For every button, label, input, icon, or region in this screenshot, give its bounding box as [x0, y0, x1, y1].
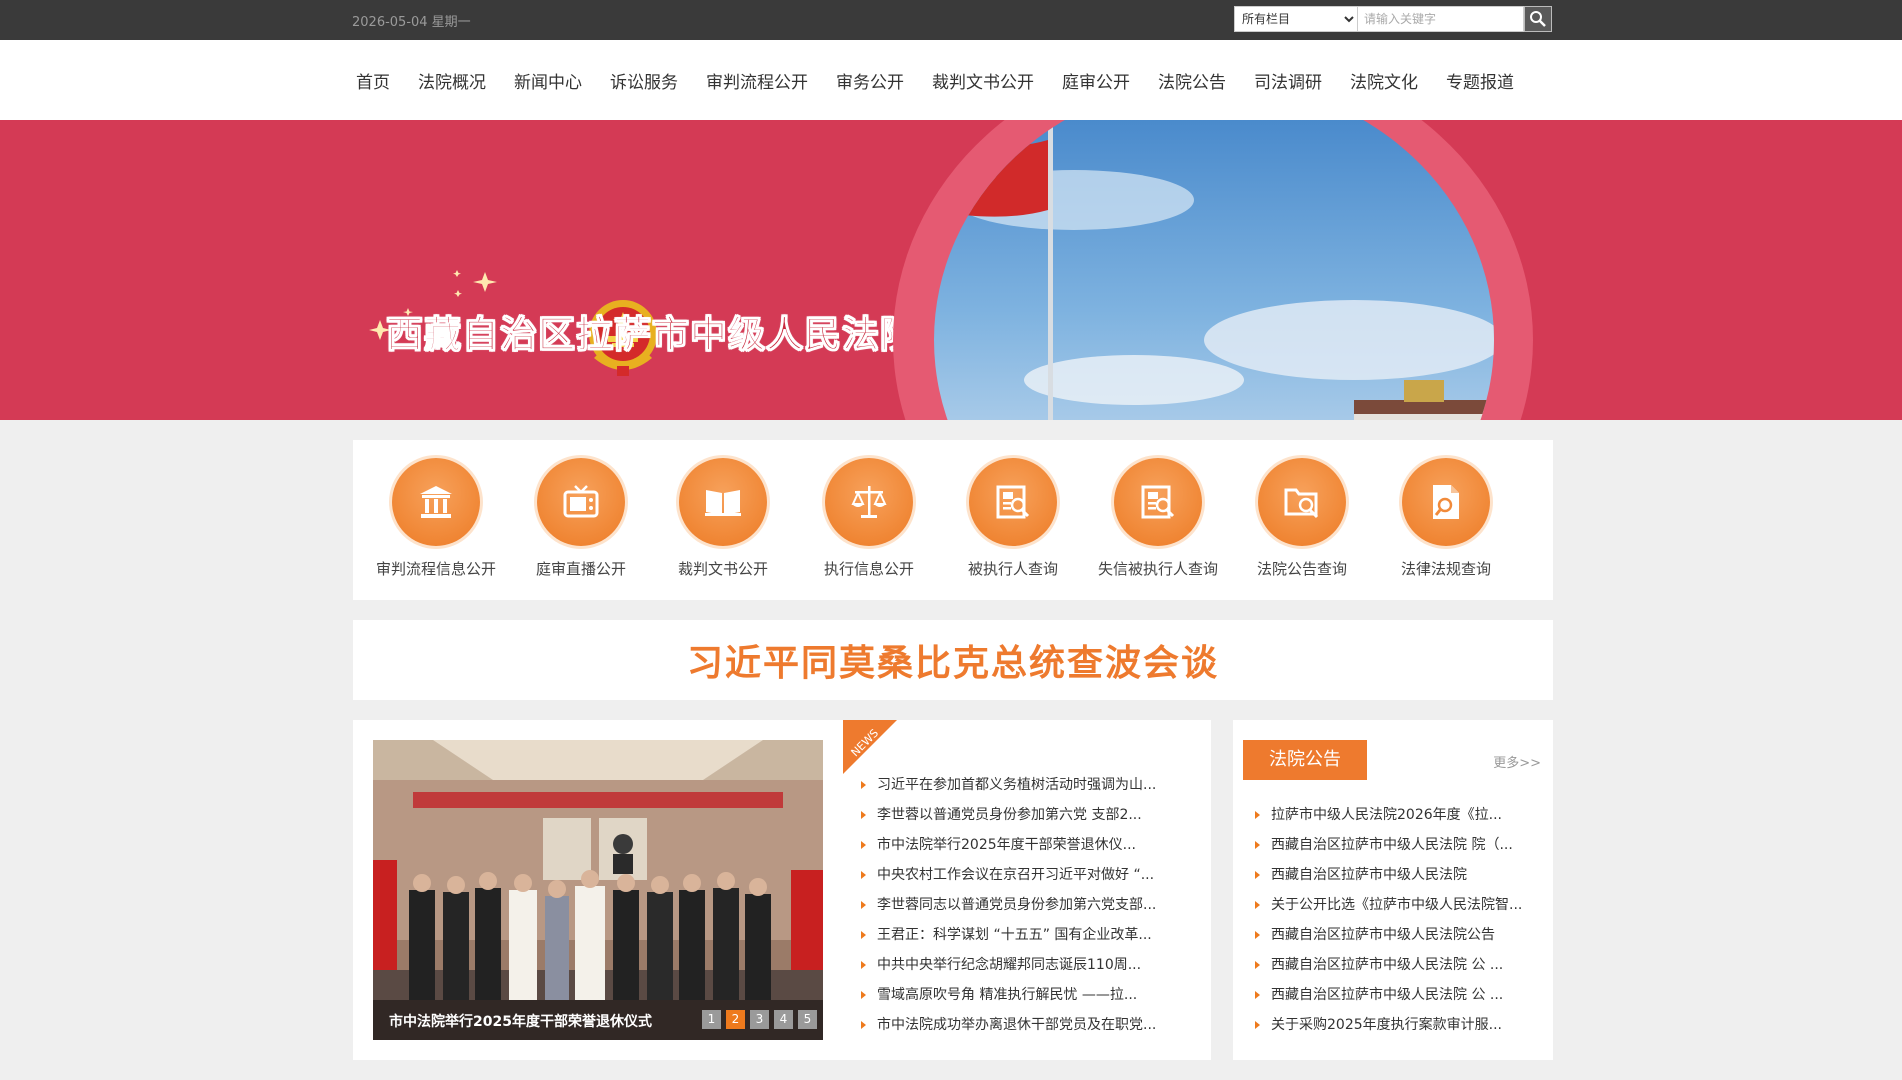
service-label: 庭审直播公开 [535, 560, 626, 578]
service-label: 被执行人查询 [967, 560, 1058, 578]
nav-item-court-culture[interactable]: 法院文化 [1350, 68, 1418, 93]
banner-photo [934, 120, 1494, 420]
nav-item-court-overview[interactable]: 法院概况 [418, 68, 486, 93]
news-panel: 市中法院举行2025年度干部荣誉退休仪式 1 2 3 4 5 NEWS 习近平在… [353, 720, 1211, 1060]
service-label: 审判流程信息公开 [375, 560, 496, 578]
announcement-item[interactable]: 西藏自治区拉萨市中级人民法院 院（... [1253, 830, 1543, 860]
service-label: 失信被执行人查询 [1097, 560, 1218, 578]
announcement-item[interactable]: 关于采购2025年度执行案款审计服... [1253, 1010, 1543, 1040]
headline-box: 习近平同莫桑比克总统查波会谈 [353, 620, 1553, 700]
announcement-more-link[interactable]: 更多>> [1493, 752, 1541, 771]
court-name: 西藏自治区拉萨市中级人民法院 [386, 312, 918, 357]
service-label: 法院公告查询 [1256, 560, 1347, 578]
search-button[interactable] [1524, 6, 1552, 32]
announcement-list: 拉萨市中级人民法院2026年度《拉... 西藏自治区拉萨市中级人民法院 院（..… [1253, 800, 1543, 1040]
service-laws-search[interactable]: 法律法规查询 [1374, 458, 1518, 579]
news-item[interactable]: 李世蓉以普通党员身份参加第六党 支部2... [859, 800, 1189, 830]
top-bar: 2026-05-04 星期一 所有栏目 [0, 0, 1902, 40]
news-item[interactable]: 中共中央举行纪念胡耀邦同志诞辰110周... [859, 950, 1189, 980]
service-trial-process[interactable]: 审判流程信息公开 [364, 458, 508, 579]
nav-item-judgments[interactable]: 裁判文书公开 [932, 68, 1034, 93]
search-input[interactable] [1358, 6, 1524, 32]
announcement-item[interactable]: 西藏自治区拉萨市中级人民法院公告 [1253, 920, 1543, 950]
announcement-item[interactable]: 西藏自治区拉萨市中级人民法院 公 ... [1253, 980, 1543, 1010]
scales-icon [825, 458, 913, 546]
slide-page-3[interactable]: 3 [750, 1010, 769, 1029]
announcement-item[interactable]: 西藏自治区拉萨市中级人民法院 公 ... [1253, 950, 1543, 980]
courthouse-icon [392, 458, 480, 546]
announcement-item[interactable]: 拉萨市中级人民法院2026年度《拉... [1253, 800, 1543, 830]
current-date: 2026-05-04 星期一 [352, 15, 471, 30]
nav-item-litigation-service[interactable]: 诉讼服务 [610, 68, 678, 93]
nav-list: 首页 法院概况 新闻中心 诉讼服务 审判流程公开 审务公开 裁判文书公开 庭审公… [356, 40, 1542, 120]
service-label: 执行信息公开 [823, 560, 914, 578]
news-item[interactable]: 李世蓉同志以普通党员身份参加第六党支部... [859, 890, 1189, 920]
nav-item-judicial-research[interactable]: 司法调研 [1254, 68, 1322, 93]
news-item[interactable]: 习近平在参加首都义务植树活动时强调为山... [859, 770, 1189, 800]
slide-caption-bar: 市中法院举行2025年度干部荣誉退休仪式 1 2 3 4 5 [373, 1000, 823, 1040]
announcement-item[interactable]: 关于公开比选《拉萨市中级人民法院智... [1253, 890, 1543, 920]
nav-item-news-center[interactable]: 新闻中心 [514, 68, 582, 93]
search-icon [1530, 11, 1546, 27]
announcement-panel: 法院公告 更多>> 拉萨市中级人民法院2026年度《拉... 西藏自治区拉萨市中… [1233, 720, 1553, 1060]
slide-page-1[interactable]: 1 [702, 1010, 721, 1029]
news-item[interactable]: 市中法院举行2025年度干部荣誉退休仪... [859, 830, 1189, 860]
service-announcement-search[interactable]: 法院公告查询 [1230, 458, 1374, 579]
slide-page-4[interactable]: 4 [774, 1010, 793, 1029]
folder-search-icon [1258, 458, 1346, 546]
book-icon [679, 458, 767, 546]
news-item[interactable]: 市中法院成功举办离退休干部党员及在职党... [859, 1010, 1189, 1040]
service-label: 裁判文书公开 [677, 560, 768, 578]
headline-link[interactable]: 习近平同莫桑比克总统查波会谈 [687, 634, 1219, 686]
nav-item-trial-process[interactable]: 审判流程公开 [706, 68, 808, 93]
news-item[interactable]: 雪域高原吹号角 精准执行解民忧 ——拉... [859, 980, 1189, 1010]
flag-and-palace-illustration [954, 120, 1494, 420]
slide-page-5[interactable]: 5 [798, 1010, 817, 1029]
nav-item-court-hearings[interactable]: 庭审公开 [1062, 68, 1130, 93]
service-debtor-search[interactable]: 被执行人查询 [941, 458, 1085, 579]
file-search-icon [1402, 458, 1490, 546]
announcement-item[interactable]: 西藏自治区拉萨市中级人民法院 [1253, 860, 1543, 890]
news-slideshow[interactable]: 市中法院举行2025年度干部荣誉退休仪式 1 2 3 4 5 [373, 740, 823, 1040]
tv-icon [537, 458, 625, 546]
search-scope-select[interactable]: 所有栏目 [1234, 6, 1358, 32]
announcement-title-tab[interactable]: 法院公告 [1243, 740, 1367, 780]
service-label: 法律法规查询 [1400, 560, 1491, 578]
news-item[interactable]: 中央农村工作会议在京召开习近平对做好 “... [859, 860, 1189, 890]
quick-services: 审判流程信息公开 庭审直播公开 裁判文书公开 执行信息公开 被执行人查询 失信被… [353, 440, 1553, 600]
slide-caption[interactable]: 市中法院举行2025年度干部荣誉退休仪式 [389, 1011, 652, 1031]
document-search-icon [1114, 458, 1202, 546]
slide-page-2[interactable]: 2 [726, 1010, 745, 1029]
document-search-icon [969, 458, 1057, 546]
hero-banner: 西藏自治区拉萨市中级人民法院 [0, 120, 1902, 420]
nav-item-home[interactable]: 首页 [356, 68, 390, 93]
slide-photo [373, 740, 823, 1040]
news-corner-badge: NEWS [843, 720, 897, 774]
service-live-hearing[interactable]: 庭审直播公开 [509, 458, 653, 579]
search-bar: 所有栏目 [1234, 6, 1552, 32]
nav-item-announcements[interactable]: 法院公告 [1158, 68, 1226, 93]
nav-item-court-affairs[interactable]: 审务公开 [836, 68, 904, 93]
news-list: 习近平在参加首都义务植树活动时强调为山... 李世蓉以普通党员身份参加第六党 支… [859, 770, 1189, 1040]
nav-item-special-reports[interactable]: 专题报道 [1446, 68, 1514, 93]
news-item[interactable]: 王君正：科学谋划 “十五五” 国有企业改革... [859, 920, 1189, 950]
slide-pager: 1 2 3 4 5 [697, 1010, 817, 1029]
service-execution-info[interactable]: 执行信息公开 [797, 458, 941, 579]
service-judgments[interactable]: 裁判文书公开 [651, 458, 795, 579]
service-dishonest-debtor-search[interactable]: 失信被执行人查询 [1086, 458, 1230, 579]
main-nav: 首页 法院概况 新闻中心 诉讼服务 审判流程公开 审务公开 裁判文书公开 庭审公… [0, 40, 1902, 120]
